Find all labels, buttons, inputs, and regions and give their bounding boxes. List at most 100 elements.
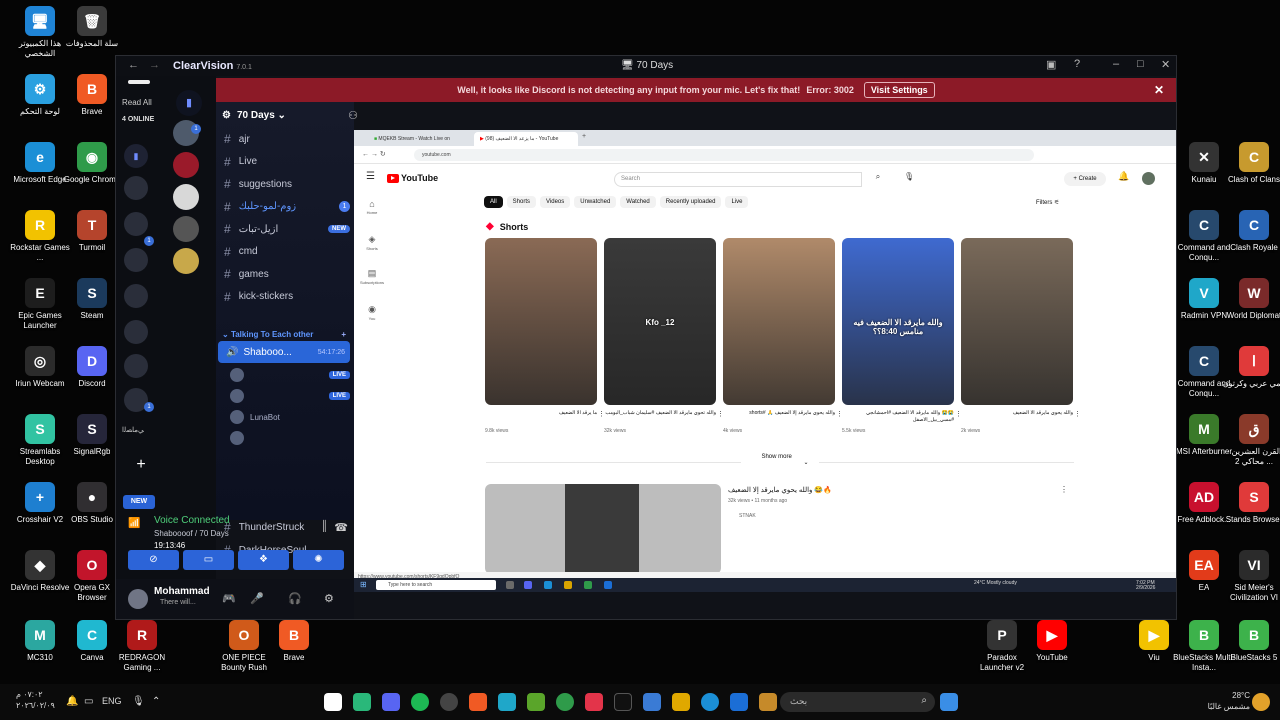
edge-icon[interactable] — [701, 693, 719, 711]
headphones-icon[interactable]: 🎧 — [288, 592, 302, 605]
video-title[interactable]: والله يحوي مايرقد إلا الضعيف 😂🔥 — [728, 486, 832, 494]
short-thumbnail[interactable] — [723, 238, 835, 405]
short-thumbnail[interactable] — [961, 238, 1073, 405]
discord-icon[interactable] — [382, 693, 400, 711]
read-all-button[interactable]: Read All — [122, 98, 152, 107]
back-arrow-icon[interactable]: ← — [128, 59, 139, 71]
short-thumbnail[interactable] — [485, 238, 597, 405]
discord-home-icon[interactable] — [128, 80, 150, 84]
show-more-button[interactable]: Show more ⌄ — [486, 454, 1074, 472]
minecraft-icon[interactable] — [527, 693, 545, 711]
channel-item[interactable]: # ajr — [224, 132, 350, 146]
server-icon[interactable] — [124, 248, 148, 272]
desktop-icon[interactable]: W World Diplomat — [1222, 278, 1280, 321]
server-icon[interactable] — [124, 176, 148, 200]
short-thumbnail[interactable]: والله مايرقد الا الضعيف فيه منامس 8:40؟؟ — [842, 238, 954, 405]
soundboard-icon[interactable]: ✺ — [293, 550, 344, 570]
start-icon[interactable] — [940, 693, 958, 711]
create-button[interactable]: + Create — [1064, 172, 1106, 186]
app-icon[interactable] — [324, 693, 342, 711]
desktop-icon[interactable]: VI Sid Meier's Civilization VI — [1222, 550, 1280, 603]
youtube-logo[interactable]: YouTube — [387, 173, 438, 183]
maximize-button[interactable]: □ — [1137, 58, 1144, 70]
desktop-icon[interactable]: ق القرن العشرين - محاكي 2 ... — [1222, 414, 1280, 467]
server-icon[interactable] — [173, 248, 199, 274]
server-icon[interactable] — [173, 216, 199, 242]
search-input[interactable]: Search — [614, 172, 862, 187]
channel-item[interactable]: # Live — [224, 155, 350, 169]
channel-item[interactable]: # زوم-لمو-حلبك 1 — [224, 200, 350, 214]
chrome-icon[interactable] — [556, 693, 574, 711]
noise-suppression-icon[interactable]: ║ — [321, 521, 328, 532]
activities-icon[interactable]: ❖ — [238, 550, 289, 570]
voice-user[interactable]: LIVE — [230, 368, 350, 382]
short-thumbnail[interactable]: Kfo _12 — [604, 238, 716, 405]
brave-icon[interactable] — [469, 693, 487, 711]
more-options-icon[interactable]: ⋮ — [1074, 410, 1081, 418]
add-channel-icon[interactable]: + — [341, 330, 346, 339]
microphone-icon[interactable]: 🎤 — [250, 592, 264, 605]
disconnect-icon[interactable]: ☎ — [334, 521, 348, 534]
short-card[interactable]: والله يحوي مايرقد الا الضعيف 2k views ⋮ — [961, 238, 1081, 434]
channel-item[interactable]: # games — [224, 267, 350, 281]
forward-arrow-icon[interactable]: → — [149, 59, 160, 71]
short-card[interactable]: والله يحوي مايرقد إلا الضعيف 🙏 #shorts 4k… — [723, 238, 843, 434]
desktop-icon[interactable]: C Clash Royale — [1222, 210, 1280, 253]
notification-icon[interactable]: 🔔 — [66, 696, 78, 707]
short-title[interactable]: والله يحوي مايرقد إلا الضعيف 🙏 #shorts — [723, 410, 835, 426]
clock[interactable]: ٠٧:٠٢ م ٢٠٢٦/٠٢/٠٩ — [16, 689, 55, 711]
channel-item[interactable]: # suggestions — [224, 177, 350, 191]
folder-icon[interactable]: ▮ — [124, 144, 148, 168]
server-icon[interactable] — [173, 152, 199, 178]
app-icon[interactable] — [440, 693, 458, 711]
short-title[interactable]: 😭😭 والله مايرقد الا الضعيف #احمشانجي #مس… — [842, 410, 954, 426]
short-card[interactable]: والله مايرقد الا الضعيف فيه منامس 8:40؟؟… — [842, 238, 962, 434]
side-home[interactable]: ⌂ Home — [359, 199, 385, 215]
server-icon[interactable] — [124, 320, 148, 344]
voice-search-icon[interactable]: 🎙 — [904, 172, 914, 181]
video-channel[interactable]: STNAK — [739, 513, 756, 519]
desktop-icon[interactable]: 🗑 سلة المحذوفات — [60, 6, 124, 49]
video-thumbnail[interactable] — [485, 484, 721, 574]
close-banner-icon[interactable]: ✕ — [1154, 83, 1164, 97]
voice-user[interactable]: LunaBot — [230, 410, 350, 424]
app-icon[interactable] — [353, 693, 371, 711]
side-subscriptions[interactable]: ▤ Subscriptions — [359, 268, 385, 285]
language-indicator[interactable]: ENG — [102, 696, 122, 706]
app-icon[interactable] — [730, 693, 748, 711]
filters-button[interactable]: Filters ⚟ — [1036, 199, 1059, 206]
app-icon[interactable] — [498, 693, 516, 711]
voice-connected-label[interactable]: Voice Connected — [154, 515, 230, 526]
filter-chip[interactable]: Shorts — [506, 196, 537, 208]
user-settings-icon[interactable]: ⚙ — [324, 592, 334, 605]
side-shorts[interactable]: ◈ Shorts — [359, 234, 385, 251]
desktop-icon[interactable]: B Brave — [262, 620, 326, 663]
notifications-icon[interactable]: 🔔 — [1118, 171, 1129, 182]
visit-settings-button[interactable]: Visit Settings — [863, 82, 935, 98]
desktop-icon[interactable]: ▶ YouTube — [1020, 620, 1084, 663]
voice-user[interactable] — [230, 431, 350, 445]
screen-share-icon[interactable]: ▭ — [183, 550, 234, 570]
short-card[interactable]: Kfo _12 والله تحوي مايرقد الا الضعيف #سلي… — [604, 238, 724, 434]
short-title[interactable]: والله تحوي مايرقد الا الضعيف #سليمان شبا… — [604, 410, 716, 426]
browser-tab[interactable]: ■ MQEKB Stream - Watch Live on — [368, 132, 468, 146]
voice-channel[interactable]: 🔊 Shabooo... 54:17:26 — [218, 341, 350, 363]
voice-category[interactable]: ⌄ Talking To Each other + — [222, 330, 346, 339]
server-folder-icon[interactable]: ▮ — [176, 90, 202, 116]
filter-chip[interactable]: Live — [725, 196, 749, 208]
folder-icon[interactable] — [672, 693, 690, 711]
display-icon[interactable]: ▭ — [84, 696, 93, 707]
app-icon[interactable] — [585, 693, 603, 711]
screen-share-view[interactable]: ■ MQEKB Stream - Watch Live on ▶ ما يزعد… — [354, 130, 1176, 592]
server-icon[interactable] — [124, 284, 148, 308]
minimize-button[interactable]: – — [1113, 58, 1119, 70]
search-icon[interactable]: ⌕ — [864, 172, 892, 187]
channel-item[interactable]: # kick-stickers — [224, 290, 350, 304]
browser-tab-active[interactable]: ▶ ما يزعد الا الضعيف (98) - YouTube — [474, 132, 578, 146]
avatar[interactable] — [128, 589, 148, 609]
filter-chip[interactable]: Watched — [620, 196, 656, 208]
microphone-icon[interactable]: 🎙 — [132, 696, 145, 707]
filter-chip[interactable]: All — [484, 196, 503, 208]
channel-item[interactable]: # ازيل-تبات NEW — [224, 222, 350, 236]
desktop-icon[interactable]: B BlueStacks 5 — [1222, 620, 1280, 663]
